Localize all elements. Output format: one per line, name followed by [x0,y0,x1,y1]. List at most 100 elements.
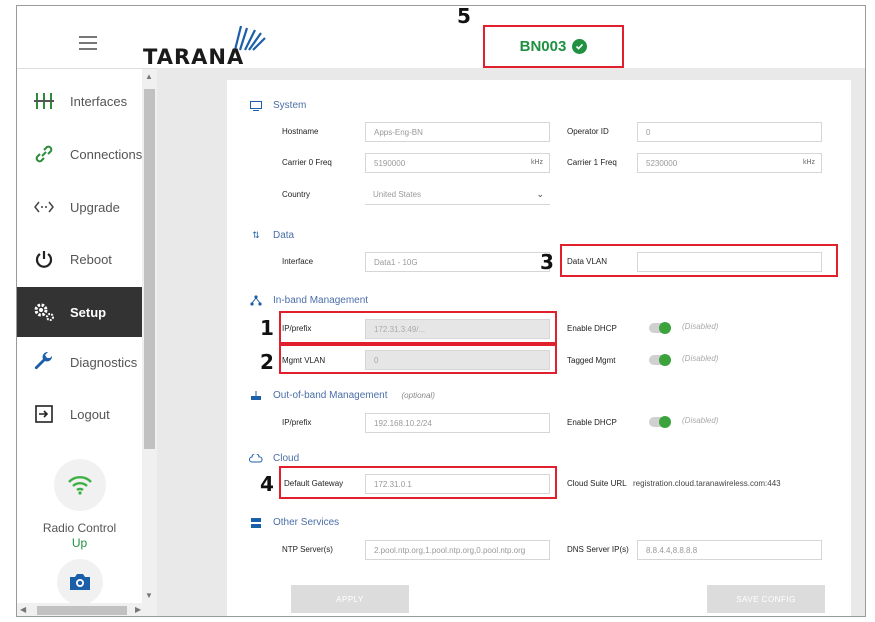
logo-text: TARANA [143,45,245,69]
mgmt-vlan-label: Mgmt VLAN [282,356,326,365]
section-cloud-title: Cloud [249,453,299,464]
callout-number: 1 [260,316,274,340]
sidebar: Interfaces Connections Upgrade Reboot Se… [17,68,157,605]
dns-servers-field[interactable]: 8.8.4.4,8.8.8.8 [637,540,822,560]
mgmt-vlan-field[interactable]: 0 [365,350,550,370]
outband-dhcp-state: (Disabled) [682,416,719,425]
tagged-mgmt-toggle[interactable] [649,354,671,366]
outband-ip-label: IP/prefix [282,418,312,427]
country-select[interactable]: United States ⌄ [365,185,550,205]
scroll-up-icon[interactable]: ▲ [145,72,153,81]
cloud-icon [249,454,263,463]
camera-button[interactable] [57,559,103,605]
section-title-text: Cloud [273,453,300,464]
section-system-title: System [249,100,306,111]
cloud-suite-url-label: Cloud Suite URL [567,479,627,488]
hostname-field[interactable]: Apps-Eng-BN [365,122,550,142]
callout-number: 4 [260,472,274,496]
callout-number: 2 [260,350,274,374]
server-icon [249,517,263,528]
section-outband-title: Out-of-band Management (optional) [249,390,435,401]
outband-dhcp-toggle[interactable] [649,416,671,428]
outband-dhcp-label: Enable DHCP [567,418,617,427]
apply-button[interactable]: APPLY [291,585,409,613]
inband-dhcp-label: Enable DHCP [567,324,617,333]
data-vlan-field[interactable] [637,252,822,272]
inband-ip-label: IP/prefix [282,324,312,333]
radio-control-status: Up [71,536,88,550]
outband-ip-field[interactable]: 192.168.10.2/24 [365,413,550,433]
operator-id-field[interactable]: 0 [637,122,822,142]
monitor-icon [249,100,263,111]
radio-control-label: Radio Control [42,521,117,535]
sidebar-item-logout[interactable]: Logout [17,389,142,439]
interface-label: Interface [282,257,314,266]
section-title-text: System [273,100,307,111]
scroll-down-icon[interactable]: ▼ [145,591,153,600]
scrollbar-thumb[interactable] [144,89,155,449]
sidebar-item-label: Reboot [70,251,112,267]
section-title-text: Out-of-band Management [273,390,388,401]
tarana-logo: TARANA [143,24,271,69]
inband-ip-field[interactable]: 172.31.3.49/... [365,319,550,339]
carrier1-freq-field[interactable]: 5230000 kHz [637,153,822,173]
carrier0-freq-value: 5190000 [374,159,406,168]
hostname-label: Hostname [282,127,319,136]
data-vlan-label: Data VLAN [567,257,608,266]
wifi-icon [68,476,92,495]
node-name: BN003 [519,38,567,55]
scroll-left-icon[interactable]: ◀ [20,605,26,614]
main-content: System Hostname Apps-Eng-BN Operator ID … [157,68,865,616]
ntp-servers-field[interactable]: 2.pool.ntp.org,1.pool.ntp.org,0.pool.ntp… [365,540,550,560]
sidebar-item-setup[interactable]: Setup [17,287,142,337]
section-data-title: ⇅ Data [249,230,294,241]
logout-icon [33,403,55,425]
default-gateway-field[interactable]: 172.31.0.1 [365,474,550,494]
callout-number: 3 [540,250,554,274]
sidebar-item-label: Setup [70,304,107,320]
ntp-servers-label: NTP Server(s) [282,545,333,554]
tagged-mgmt-state: (Disabled) [682,354,719,363]
wrench-icon [33,351,55,373]
optional-note: (optional) [401,391,435,400]
default-gateway-label: Default Gateway [284,479,344,488]
country-value: United States [373,190,422,199]
sidebar-item-label: Upgrade [70,199,120,215]
check-circle-icon [572,39,588,54]
interface-field[interactable]: Data1 - 10G [365,252,550,272]
router-icon [249,390,263,401]
tagged-mgmt-label: Tagged Mgmt [567,356,616,365]
radio-control-button[interactable] [54,459,106,511]
sidebar-item-diagnostics[interactable]: Diagnostics [17,337,142,387]
section-inband-title: In-band Management [249,295,368,306]
sidebar-item-connections[interactable]: Connections [17,129,142,179]
country-label: Country [282,190,311,199]
gears-icon [33,301,55,323]
section-title-text: Other Services [273,517,340,528]
sidebar-item-upgrade[interactable]: Upgrade [17,182,142,232]
top-header: TARANA 5 BN003 [17,6,865,69]
menu-icon[interactable] [79,36,97,50]
section-title-text: Data [273,230,295,241]
save-config-button[interactable]: SAVE CONFIG [707,585,825,613]
operator-id-label: Operator ID [567,127,609,136]
section-title-text: In-band Management [273,295,369,306]
link-icon [33,143,55,165]
inband-dhcp-state: (Disabled) [682,322,719,331]
network-tree-icon [249,295,263,306]
interfaces-icon [33,90,55,112]
sidebar-item-reboot[interactable]: Reboot [17,234,142,284]
node-status-badge: BN003 [483,25,624,68]
sidebar-scrollbar[interactable]: ▲ ▼ [142,69,157,604]
inband-dhcp-toggle[interactable] [649,322,671,334]
scroll-right-icon[interactable]: ▶ [135,605,141,614]
camera-icon [70,574,90,590]
carrier1-freq-label: Carrier 1 Freq [567,158,617,167]
cloud-suite-url-value: registration.cloud.taranawireless.com:44… [633,479,781,488]
carrier0-freq-field[interactable]: 5190000 kHz [365,153,550,173]
scrollbar-thumb[interactable] [37,606,127,615]
section-other-title: Other Services [249,517,339,528]
sidebar-item-interfaces[interactable]: Interfaces [17,76,142,126]
carrier1-freq-value: 5230000 [646,159,678,168]
horizontal-scrollbar[interactable]: ◀ ▶ [17,603,157,616]
